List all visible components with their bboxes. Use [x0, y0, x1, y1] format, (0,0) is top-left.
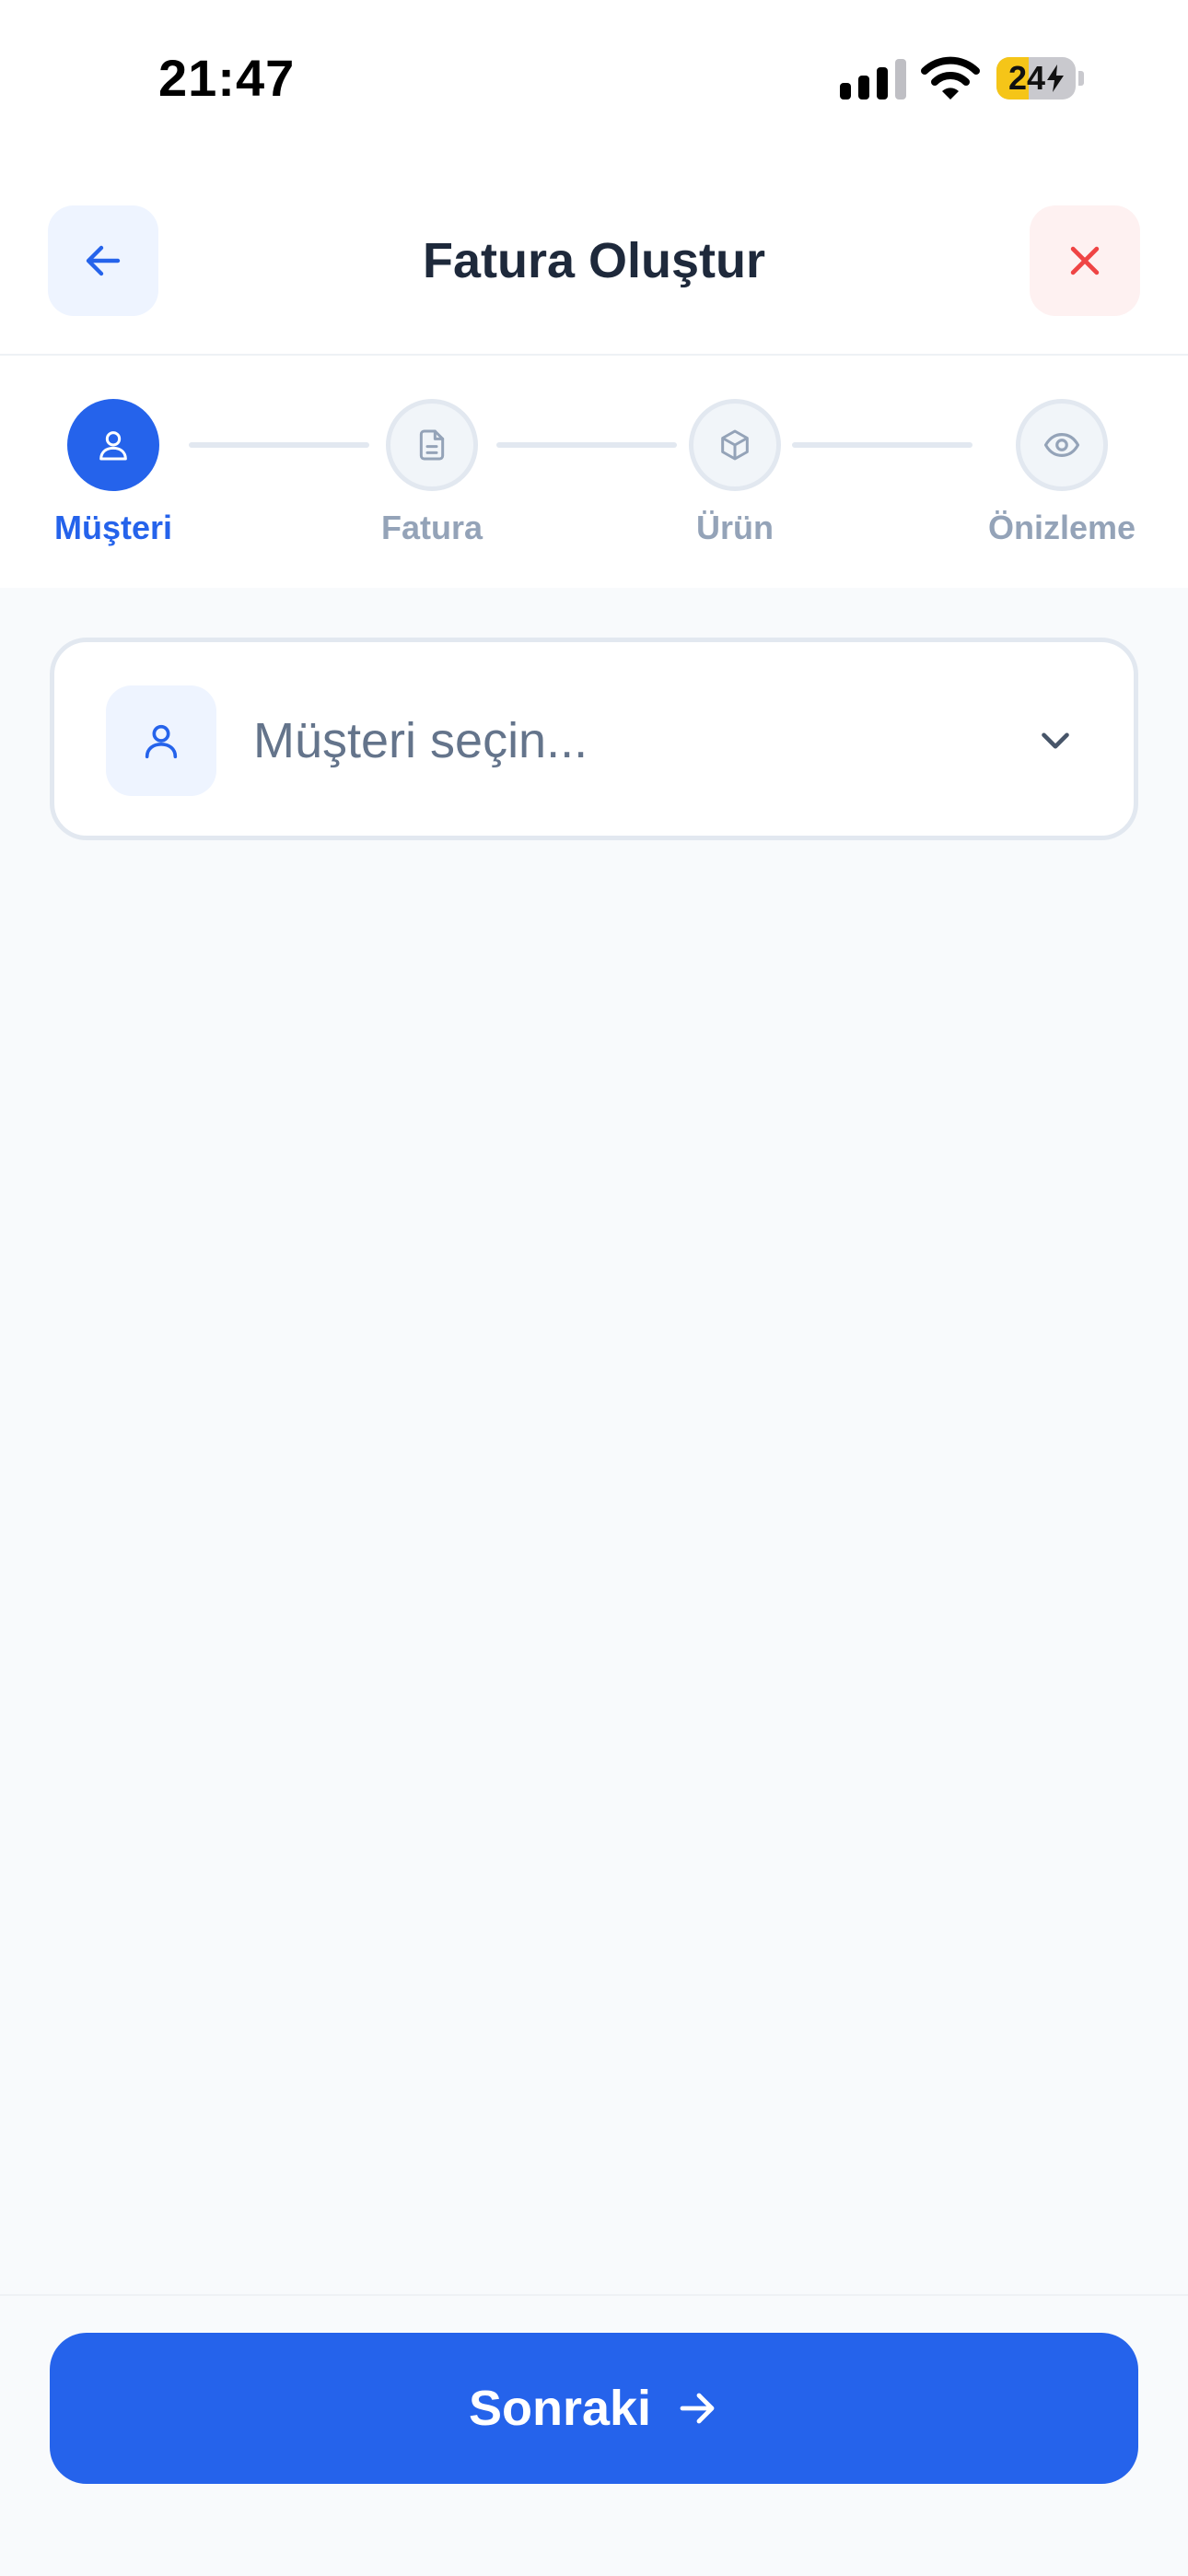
step-label-fatura: Fatura: [380, 509, 483, 546]
chevron-down-icon: [1042, 732, 1069, 749]
back-button[interactable]: [48, 205, 158, 316]
step-fatura[interactable]: [386, 399, 478, 491]
cellular-signal-icon: [840, 59, 906, 100]
customer-select-placeholder: Müşteri seçin...: [253, 713, 588, 768]
step-urun[interactable]: [689, 399, 781, 491]
arrow-left-icon: [86, 245, 121, 276]
step-musteri[interactable]: [67, 399, 159, 491]
step-connector: [496, 442, 677, 448]
close-icon: [1070, 246, 1100, 275]
app-header: Fatura Oluştur: [0, 166, 1188, 356]
step-progress: Müşteri Fatura Ürün Önizleme: [0, 356, 1188, 588]
status-time: 21:47: [158, 49, 296, 107]
user-icon: [99, 431, 127, 461]
customer-select[interactable]: Müşteri seçin...: [50, 638, 1138, 840]
battery-level: 24: [996, 57, 1076, 100]
step-connector: [189, 442, 369, 448]
page-title: Fatura Oluştur: [422, 233, 766, 288]
document-icon: [419, 429, 445, 461]
step-connector: [792, 442, 973, 448]
status-bar: 21:47 24: [0, 0, 1188, 166]
step-onizleme[interactable]: [1016, 399, 1108, 491]
step-label-musteri: Müşteri: [53, 509, 173, 546]
eye-icon: [1043, 433, 1080, 457]
user-icon: [145, 724, 178, 759]
next-button[interactable]: Sonraki: [50, 2333, 1138, 2484]
wifi-icon: [921, 56, 980, 100]
bottom-action-bar: Sonraki: [0, 2294, 1188, 2576]
next-button-label: Sonraki: [468, 2381, 652, 2436]
arrow-right-icon: [680, 2393, 715, 2424]
customer-icon-box: [106, 685, 216, 796]
close-button[interactable]: [1030, 205, 1140, 316]
battery-indicator: 24: [996, 57, 1085, 100]
box-icon: [721, 429, 749, 461]
battery-cap: [1078, 71, 1084, 86]
bolt-icon: [1047, 64, 1065, 92]
step-label-onizleme: Önizleme: [987, 509, 1136, 546]
step-label-urun: Ürün: [696, 509, 774, 546]
battery-body: 24: [996, 57, 1076, 100]
